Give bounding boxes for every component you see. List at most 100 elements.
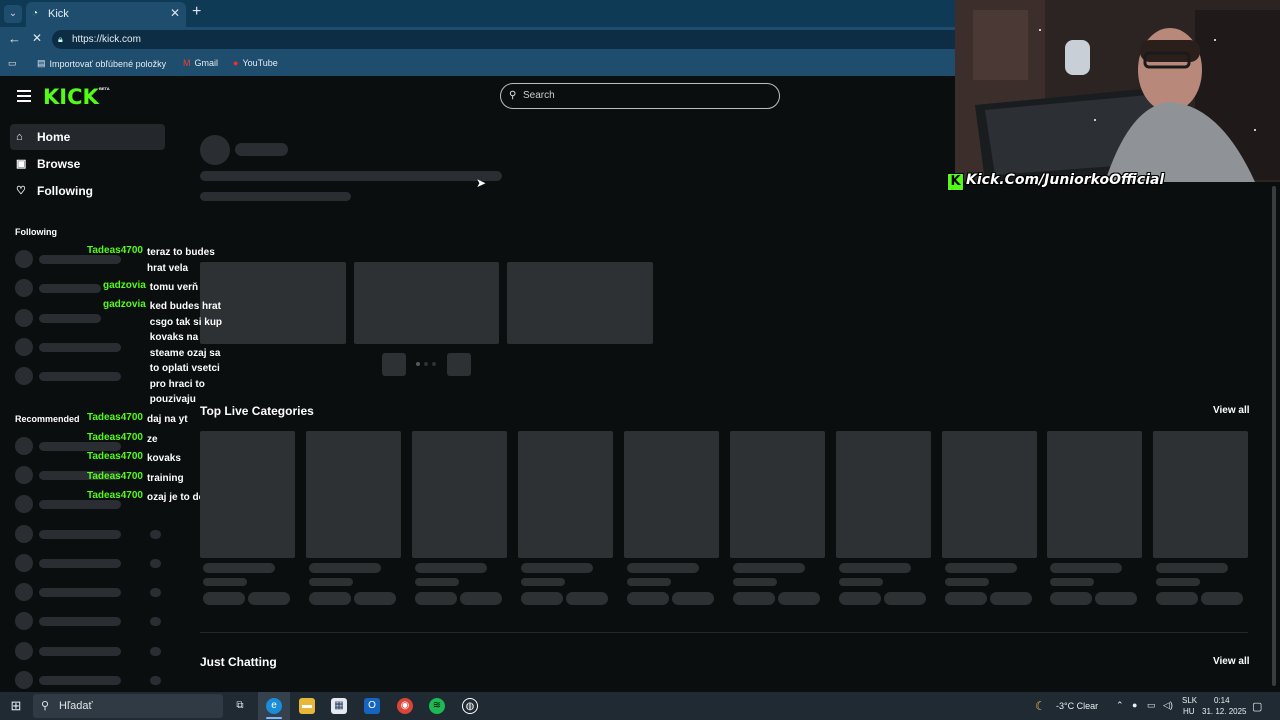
notifications-icon[interactable]: ▢	[1252, 700, 1262, 713]
network-icon[interactable]: ▭	[1147, 700, 1156, 711]
channel-avatar-skeleton	[15, 338, 33, 356]
page-scrollbar[interactable]	[1272, 186, 1276, 686]
channel-avatar-skeleton	[15, 583, 33, 601]
carousel-dot[interactable]	[416, 362, 420, 366]
microsoft-store-icon[interactable]: ▦	[331, 698, 347, 714]
language-top[interactable]: SLK	[1182, 696, 1197, 705]
tab-actions-menu-icon[interactable]: ⌄	[4, 5, 22, 23]
channel-avatar-skeleton	[15, 671, 33, 689]
new-tab-icon[interactable]: +	[192, 3, 201, 21]
volume-icon[interactable]: ◁)	[1163, 700, 1173, 711]
file-explorer-icon[interactable]: ▬	[299, 698, 315, 714]
category-tag-skeleton	[627, 592, 669, 605]
url-text: https://kick.com	[72, 34, 141, 45]
reading-view-icon[interactable]: ▭	[8, 58, 17, 69]
category-tag-skeleton	[839, 592, 881, 605]
category-tag-skeleton	[778, 592, 820, 605]
category-tag-skeleton	[415, 592, 457, 605]
browse-icon: ▣	[16, 158, 27, 170]
viewer-count-skeleton	[150, 676, 161, 685]
category-card[interactable]	[200, 431, 295, 558]
category-name-skeleton	[309, 563, 381, 573]
category-name-skeleton	[1156, 563, 1228, 573]
back-icon[interactable]: ←	[8, 31, 21, 46]
chat-message: gadzovia tomu verň	[103, 280, 228, 296]
category-card[interactable]	[942, 431, 1037, 558]
category-card[interactable]	[624, 431, 719, 558]
section-divider	[200, 632, 1248, 633]
edge-icon[interactable]: e	[266, 698, 282, 714]
channel-avatar-skeleton	[15, 612, 33, 630]
hidden-icons-chevron-icon[interactable]: ⌃	[1116, 700, 1124, 711]
bookmark-label: Importovať obľúbené položky	[49, 58, 167, 69]
task-view-icon[interactable]: ⧉	[232, 698, 248, 714]
channel-avatar-skeleton	[15, 554, 33, 572]
carousel-card[interactable]	[507, 262, 653, 344]
stop-loading-icon[interactable]: ✕	[32, 31, 42, 45]
channel-avatar-skeleton	[15, 525, 33, 543]
chrome-icon[interactable]: ◉	[397, 698, 413, 714]
taskbar-search-label: Hľadať	[59, 700, 93, 712]
category-tag-skeleton	[203, 592, 245, 605]
channel-name-skeleton	[39, 676, 121, 685]
carousel-dot[interactable]	[424, 362, 428, 366]
category-tag-skeleton	[521, 592, 563, 605]
gmail-icon: M	[183, 58, 191, 68]
chat-username: Tadeas4700	[87, 471, 143, 482]
carousel-next-button[interactable]	[447, 353, 471, 376]
obs-icon[interactable]: ◍	[462, 698, 478, 714]
sidebar-item-label: Following	[37, 184, 93, 198]
clock-date[interactable]: 31. 12. 2025	[1202, 707, 1246, 716]
spotify-icon[interactable]: ≋	[429, 698, 445, 714]
language-bottom[interactable]: HU	[1183, 707, 1195, 716]
chat-username: gadzovia	[103, 299, 146, 310]
outlook-icon[interactable]: O	[364, 698, 380, 714]
category-card[interactable]	[306, 431, 401, 558]
bookmark-import[interactable]: ▤ Importovať obľúbené položky	[37, 58, 166, 69]
category-tag-skeleton	[1201, 592, 1243, 605]
category-card[interactable]	[1153, 431, 1248, 558]
carousel-prev-button[interactable]	[382, 353, 406, 376]
category-card[interactable]	[836, 431, 931, 558]
carousel-dot[interactable]	[432, 362, 436, 366]
sidebar-item-browse[interactable]: ▣ Browse	[10, 151, 165, 177]
carousel-card[interactable]	[354, 262, 499, 344]
chat-username: Tadeas4700	[87, 412, 143, 423]
webcam-overlay	[955, 0, 1280, 182]
taskbar-search-field[interactable]: ⚲ Hľadať	[33, 694, 223, 718]
category-card[interactable]	[730, 431, 825, 558]
category-card[interactable]	[1047, 431, 1142, 558]
view-all-categories-link[interactable]: View all	[1213, 405, 1250, 416]
microphone-icon[interactable]: ●	[1132, 700, 1137, 710]
channel-name-skeleton	[39, 314, 101, 323]
url-field[interactable]: 🔒︎ https://kick.com	[52, 30, 982, 49]
search-icon: ⚲	[41, 700, 50, 712]
category-tag-skeleton	[990, 592, 1032, 605]
category-card[interactable]	[412, 431, 507, 558]
bookmark-youtube[interactable]: ● YouTube	[233, 58, 278, 68]
menu-icon[interactable]	[17, 90, 31, 102]
sidebar-item-home[interactable]: ⌂ Home	[10, 124, 165, 150]
kick-logo[interactable]: KICK	[43, 85, 99, 109]
bookmark-gmail[interactable]: M Gmail	[183, 58, 218, 68]
recommended-section-label: Recommended	[15, 414, 80, 424]
featured-meta-skeleton	[200, 192, 351, 201]
weather-text[interactable]: -3°C Clear	[1056, 701, 1098, 711]
browser-tab-kick[interactable]: ◔ Kick ✕	[26, 2, 186, 27]
sidebar-item-following[interactable]: ♡ Following	[10, 178, 165, 204]
search-input[interactable]: ⚲ Search	[500, 83, 780, 109]
chat-username: Tadeas4700	[87, 490, 143, 501]
category-name-skeleton	[839, 563, 911, 573]
category-tag-skeleton	[354, 592, 396, 605]
search-icon: ⚲	[509, 90, 517, 101]
chat-message: Tadeas4700 teraz to budes hrat vela	[87, 245, 225, 276]
view-all-just-chatting-link[interactable]: View all	[1213, 656, 1250, 667]
windows-start-icon[interactable]: ⊞	[8, 698, 24, 714]
close-tab-icon[interactable]: ✕	[170, 6, 180, 20]
viewer-count-skeleton	[150, 588, 161, 597]
clock-time[interactable]: 0:14	[1214, 696, 1230, 705]
category-card[interactable]	[518, 431, 613, 558]
youtube-icon: ●	[233, 58, 239, 68]
search-placeholder: Search	[523, 90, 555, 101]
following-section-label: Following	[15, 227, 57, 237]
